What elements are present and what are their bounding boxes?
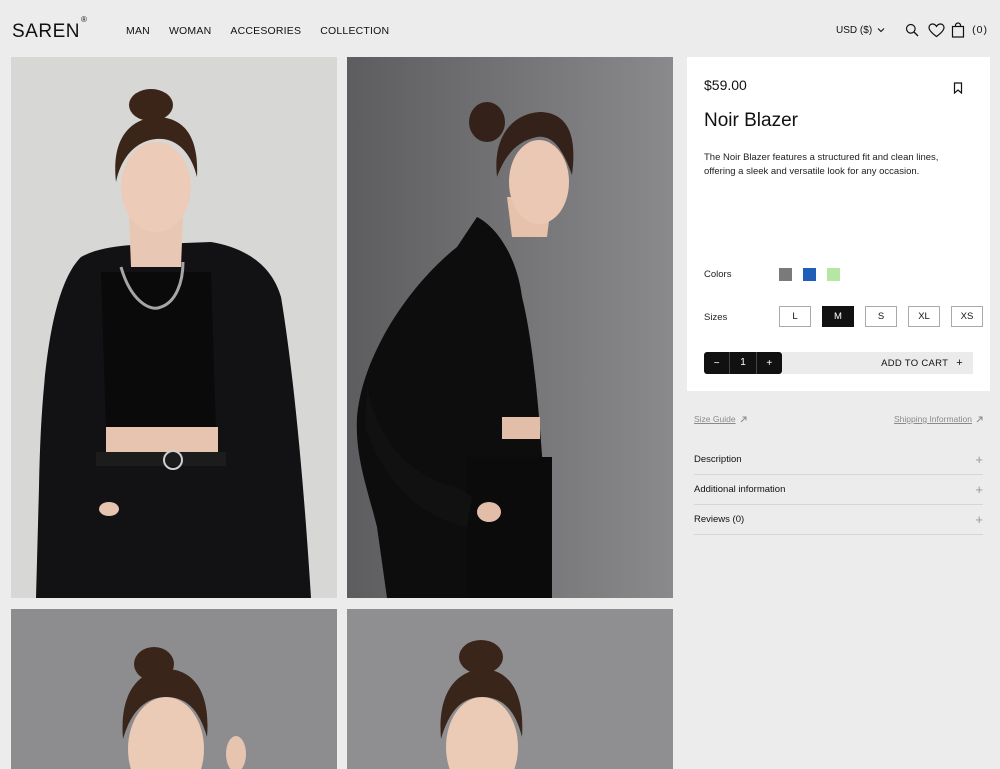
accordion-additional-information[interactable]: Additional information + bbox=[694, 475, 983, 505]
main-nav: MAN WOMAN ACCESORIES COLLECTION bbox=[126, 25, 408, 37]
product-card: $59.00 Noir Blazer The Noir Blazer featu… bbox=[687, 57, 990, 391]
cart-button[interactable]: (0) bbox=[951, 22, 988, 38]
nav-item-collection[interactable]: COLLECTION bbox=[320, 25, 389, 37]
site-header: SAREN® MAN WOMAN ACCESORIES COLLECTION U… bbox=[0, 0, 1000, 56]
brand-logo[interactable]: SAREN® bbox=[12, 15, 87, 43]
size-option-s[interactable]: S bbox=[865, 306, 897, 327]
color-swatch-gray[interactable] bbox=[779, 268, 792, 281]
colors-label: Colors bbox=[704, 269, 732, 280]
product-photo-3[interactable] bbox=[11, 609, 337, 769]
arrow-up-right-icon bbox=[740, 416, 747, 422]
accordion-label: Reviews (0) bbox=[694, 514, 745, 525]
search-icon[interactable] bbox=[903, 21, 921, 39]
accordion-reviews[interactable]: Reviews (0) + bbox=[694, 505, 983, 535]
product-photo-2[interactable] bbox=[347, 57, 673, 598]
currency-selector[interactable]: USD ($) bbox=[836, 25, 885, 36]
qty-increase-button[interactable]: + bbox=[757, 358, 782, 369]
currency-label: USD ($) bbox=[836, 24, 873, 36]
color-swatches bbox=[779, 268, 851, 281]
heart-icon[interactable] bbox=[927, 21, 945, 39]
header-actions: USD ($) (0) bbox=[836, 20, 988, 40]
color-swatch-green[interactable] bbox=[827, 268, 840, 281]
size-guide-label: Size Guide bbox=[694, 414, 736, 424]
sizes-label: Sizes bbox=[704, 312, 728, 323]
color-swatch-blue[interactable] bbox=[803, 268, 816, 281]
product-photo-1[interactable] bbox=[11, 57, 337, 598]
plus-icon: + bbox=[975, 482, 983, 497]
size-guide-link[interactable]: Size Guide bbox=[694, 414, 747, 424]
size-selector: L M S XL XS bbox=[779, 306, 994, 327]
size-option-xl[interactable]: XL bbox=[908, 306, 940, 327]
plus-icon: + bbox=[975, 512, 983, 527]
size-option-l[interactable]: L bbox=[779, 306, 811, 327]
qty-decrease-button[interactable]: − bbox=[704, 358, 729, 369]
bag-icon bbox=[952, 22, 965, 38]
size-option-xs[interactable]: XS bbox=[951, 306, 983, 327]
quantity-stepper: − 1 + bbox=[704, 352, 782, 374]
accordion-label: Description bbox=[694, 454, 742, 465]
product-title: Noir Blazer bbox=[704, 110, 798, 131]
nav-item-accesories[interactable]: ACCESORIES bbox=[230, 25, 301, 37]
qty-value[interactable]: 1 bbox=[729, 352, 757, 374]
product-description: The Noir Blazer features a structured fi… bbox=[704, 152, 939, 177]
nav-item-man[interactable]: MAN bbox=[126, 25, 150, 37]
size-option-m[interactable]: M bbox=[822, 306, 854, 327]
shipping-information-link[interactable]: Shipping Information bbox=[894, 414, 983, 424]
nav-item-woman[interactable]: WOMAN bbox=[169, 25, 211, 37]
arrow-up-right-icon bbox=[976, 416, 983, 422]
registered-mark: ® bbox=[80, 14, 88, 24]
plus-icon: + bbox=[975, 452, 983, 467]
accordion-label: Additional information bbox=[694, 484, 786, 495]
cart-count: (0) bbox=[972, 24, 988, 36]
bookmark-icon[interactable] bbox=[953, 81, 963, 99]
add-to-cart-button[interactable]: ADD TO CART + bbox=[782, 352, 973, 374]
plus-icon: + bbox=[956, 357, 963, 369]
shipping-label: Shipping Information bbox=[894, 414, 972, 424]
accordion-description[interactable]: Description + bbox=[694, 445, 983, 475]
chevron-down-icon bbox=[877, 28, 885, 33]
brand-name: SAREN bbox=[12, 21, 80, 42]
product-photo-4[interactable] bbox=[347, 609, 673, 769]
add-to-cart-label: ADD TO CART bbox=[881, 357, 949, 369]
product-price: $59.00 bbox=[704, 77, 747, 93]
